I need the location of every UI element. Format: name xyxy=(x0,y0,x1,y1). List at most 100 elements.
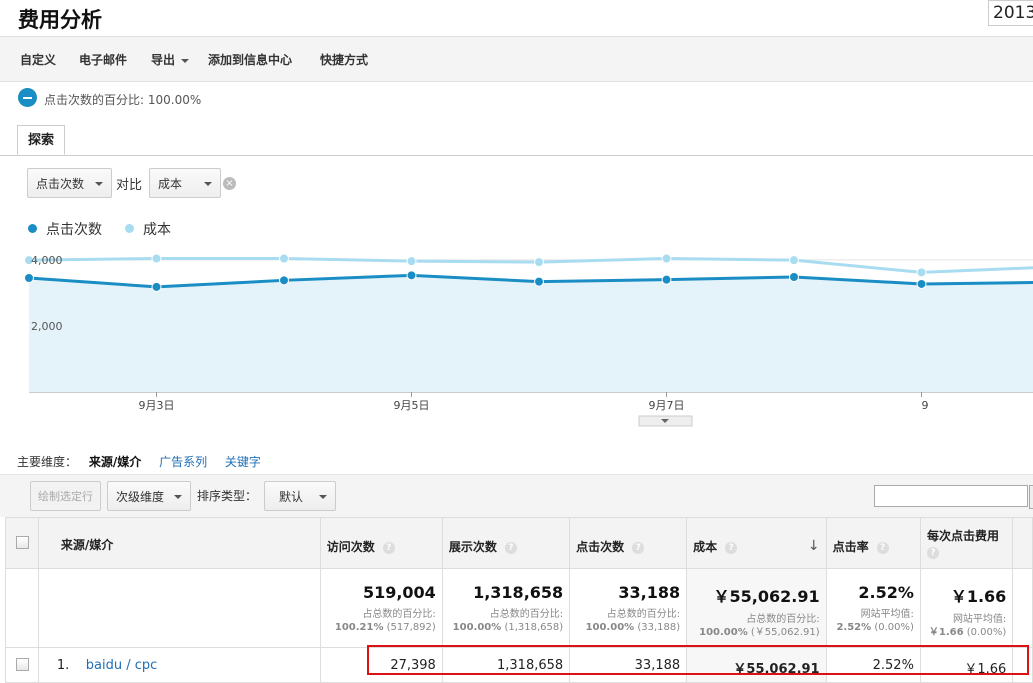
total-pct: 100.00% xyxy=(585,622,635,633)
help-icon[interactable]: ? xyxy=(725,542,738,554)
export-button[interactable]: 导出 xyxy=(151,51,190,68)
total-ref: (￥55,062.91) xyxy=(750,627,820,638)
header-cpc-label: 每次点击费用 xyxy=(926,529,999,543)
clicks-data-point xyxy=(406,270,417,281)
header-visits-label: 访问次数 xyxy=(326,540,375,554)
header-clicks[interactable]: 点击次数? xyxy=(569,517,688,569)
select-all-cell xyxy=(5,517,39,569)
y-tick-label: 2,000 xyxy=(31,320,63,333)
remove-comparison-icon[interactable]: × xyxy=(223,177,236,190)
legend-item-cost[interactable]: 成本 xyxy=(125,219,171,239)
page-title: 费用分析 xyxy=(18,8,102,32)
total-ref: (0.00%) xyxy=(966,627,1007,638)
chevron-down-icon xyxy=(95,182,103,186)
total-impressions: 1,318,658 占总数的百分比: 100.00% (1,318,658) xyxy=(441,568,571,648)
help-icon[interactable]: ? xyxy=(632,542,645,554)
sort-desc-icon[interactable]: ↓ xyxy=(808,538,820,554)
export-label: 导出 xyxy=(151,53,176,67)
total-percent: ￥1.66 (0.00%) xyxy=(921,626,1012,639)
totals-row: 519,004 占总数的百分比: 100.21% (517,892) 1,318,6… xyxy=(5,568,1033,648)
x-tick-label: 9月5日 xyxy=(394,399,430,412)
total-value: ￥1.66 xyxy=(950,587,1007,606)
x-tick-label: 9月3日 xyxy=(139,399,175,412)
filter-search-button[interactable] xyxy=(1029,485,1033,509)
clicks-data-point xyxy=(789,272,799,283)
header-impressions-label: 展示次数 xyxy=(448,540,497,554)
x-tick-label: 9月7日 xyxy=(649,399,685,412)
header-impressions[interactable]: 展示次数? xyxy=(441,517,571,569)
shortcut-button[interactable]: 快捷方式 xyxy=(320,51,368,68)
email-button[interactable]: 电子邮件 xyxy=(79,51,127,68)
tab-explore[interactable]: 探索 xyxy=(17,125,65,155)
select-all-checkbox[interactable] xyxy=(16,536,29,549)
cost-data-point xyxy=(151,253,162,264)
row-checkbox[interactable] xyxy=(16,658,29,671)
customize-button[interactable]: 自定义 xyxy=(20,51,56,68)
row-value: ￥1.66 xyxy=(964,662,1007,677)
metric1-label: 点击次数 xyxy=(36,177,85,191)
total-ref: (1,318,658) xyxy=(504,622,564,633)
plot-rows-button[interactable]: 绘制选定行 xyxy=(30,481,101,511)
header-ctr[interactable]: 点击率? xyxy=(825,517,921,569)
clicks-data-point xyxy=(661,274,672,285)
legend-label-clicks: 点击次数 xyxy=(46,222,102,238)
total-caption: 网站平均值: xyxy=(952,614,1007,625)
help-icon[interactable]: ? xyxy=(876,542,889,554)
header-source-medium[interactable]: 来源/媒介 xyxy=(37,517,321,569)
row-cpc: ￥1.66 xyxy=(919,647,1014,683)
metric1-select[interactable]: 点击次数 xyxy=(27,168,112,198)
tab-divider xyxy=(0,155,1033,156)
metric2-select[interactable]: 成本 xyxy=(149,168,221,198)
total-caption: 占总数的百分比: xyxy=(362,609,436,620)
line-chart: 4,000 2,000 9月3日 9月5日 9月7日 9 xyxy=(24,253,1033,427)
segment-pie-icon[interactable] xyxy=(18,88,37,107)
table-filter-input[interactable] xyxy=(874,485,1028,507)
clicks-data-point xyxy=(151,281,162,292)
y-tick-label: 4,000 xyxy=(31,254,63,267)
total-ref: (33,188) xyxy=(637,622,681,633)
clicks-data-point xyxy=(24,273,34,283)
total-caption: 占总数的百分比: xyxy=(606,609,681,620)
row-source-link[interactable]: baidu / cpc xyxy=(86,658,158,673)
total-pct: 100.00% xyxy=(452,622,502,633)
header-clicks-label: 点击次数 xyxy=(576,540,625,554)
help-icon[interactable]: ? xyxy=(382,542,395,554)
row-checkbox-cell xyxy=(5,647,39,683)
row-value: 27,398 xyxy=(390,658,436,673)
dimension-keyword[interactable]: 关键字 xyxy=(225,455,261,469)
dimension-campaign[interactable]: 广告系列 xyxy=(159,455,207,469)
help-icon[interactable]: ? xyxy=(504,542,517,554)
total-cpc: ￥1.66 网站平均值: ￥1.66 (0.00%) xyxy=(919,568,1014,648)
total-percent: 100.00% (33,188) xyxy=(570,621,686,634)
row-cost: ￥55,062.91 xyxy=(686,647,827,683)
table-header-row: 来源/媒介 访问次数? 展示次数? 点击次数? 成本? ↓ 点击率? 每次点击费用… xyxy=(5,517,1033,569)
legend-label-cost: 成本 xyxy=(143,222,171,238)
secondary-dimension-label: 次级维度 xyxy=(116,490,165,504)
totals-checkbox-cell xyxy=(5,568,39,648)
sort-type-label: 排序类型： xyxy=(197,489,258,503)
chevron-down-icon xyxy=(319,495,327,499)
date-range-field[interactable]: 2013 xyxy=(988,0,1033,26)
help-icon[interactable]: ? xyxy=(926,547,939,559)
totals-label-cell xyxy=(37,568,321,648)
chevron-down-icon xyxy=(204,182,212,186)
cost-data-point xyxy=(406,256,417,267)
row-ctr: 2.52% xyxy=(825,647,921,683)
dimension-source-medium[interactable]: 来源/媒介 xyxy=(89,455,141,469)
sort-type-select[interactable]: 默认 xyxy=(264,481,336,511)
total-pct: 100.00% xyxy=(699,627,748,638)
add-to-dashboard-button[interactable]: 添加到信息中心 xyxy=(208,51,292,68)
row-impressions: 1,318,658 xyxy=(441,647,571,683)
total-ctr: 2.52% 网站平均值: 2.52% (0.00%) xyxy=(825,568,921,648)
row-visits: 27,398 xyxy=(319,647,443,683)
header-cpc[interactable]: 每次点击费用? xyxy=(919,517,1014,569)
legend-item-clicks[interactable]: 点击次数 xyxy=(28,219,102,239)
legend-dot-clicks xyxy=(28,224,37,233)
cost-data-point xyxy=(916,267,927,278)
header-ctr-label: 点击率 xyxy=(832,540,869,554)
primary-dimension-bar: 主要维度： 来源/媒介 广告系列 关键字 xyxy=(17,453,261,470)
header-cost[interactable]: 成本? ↓ xyxy=(686,517,827,569)
secondary-dimension-select[interactable]: 次级维度 xyxy=(107,481,191,511)
header-visits[interactable]: 访问次数? xyxy=(319,517,443,569)
cost-data-point xyxy=(534,257,544,268)
